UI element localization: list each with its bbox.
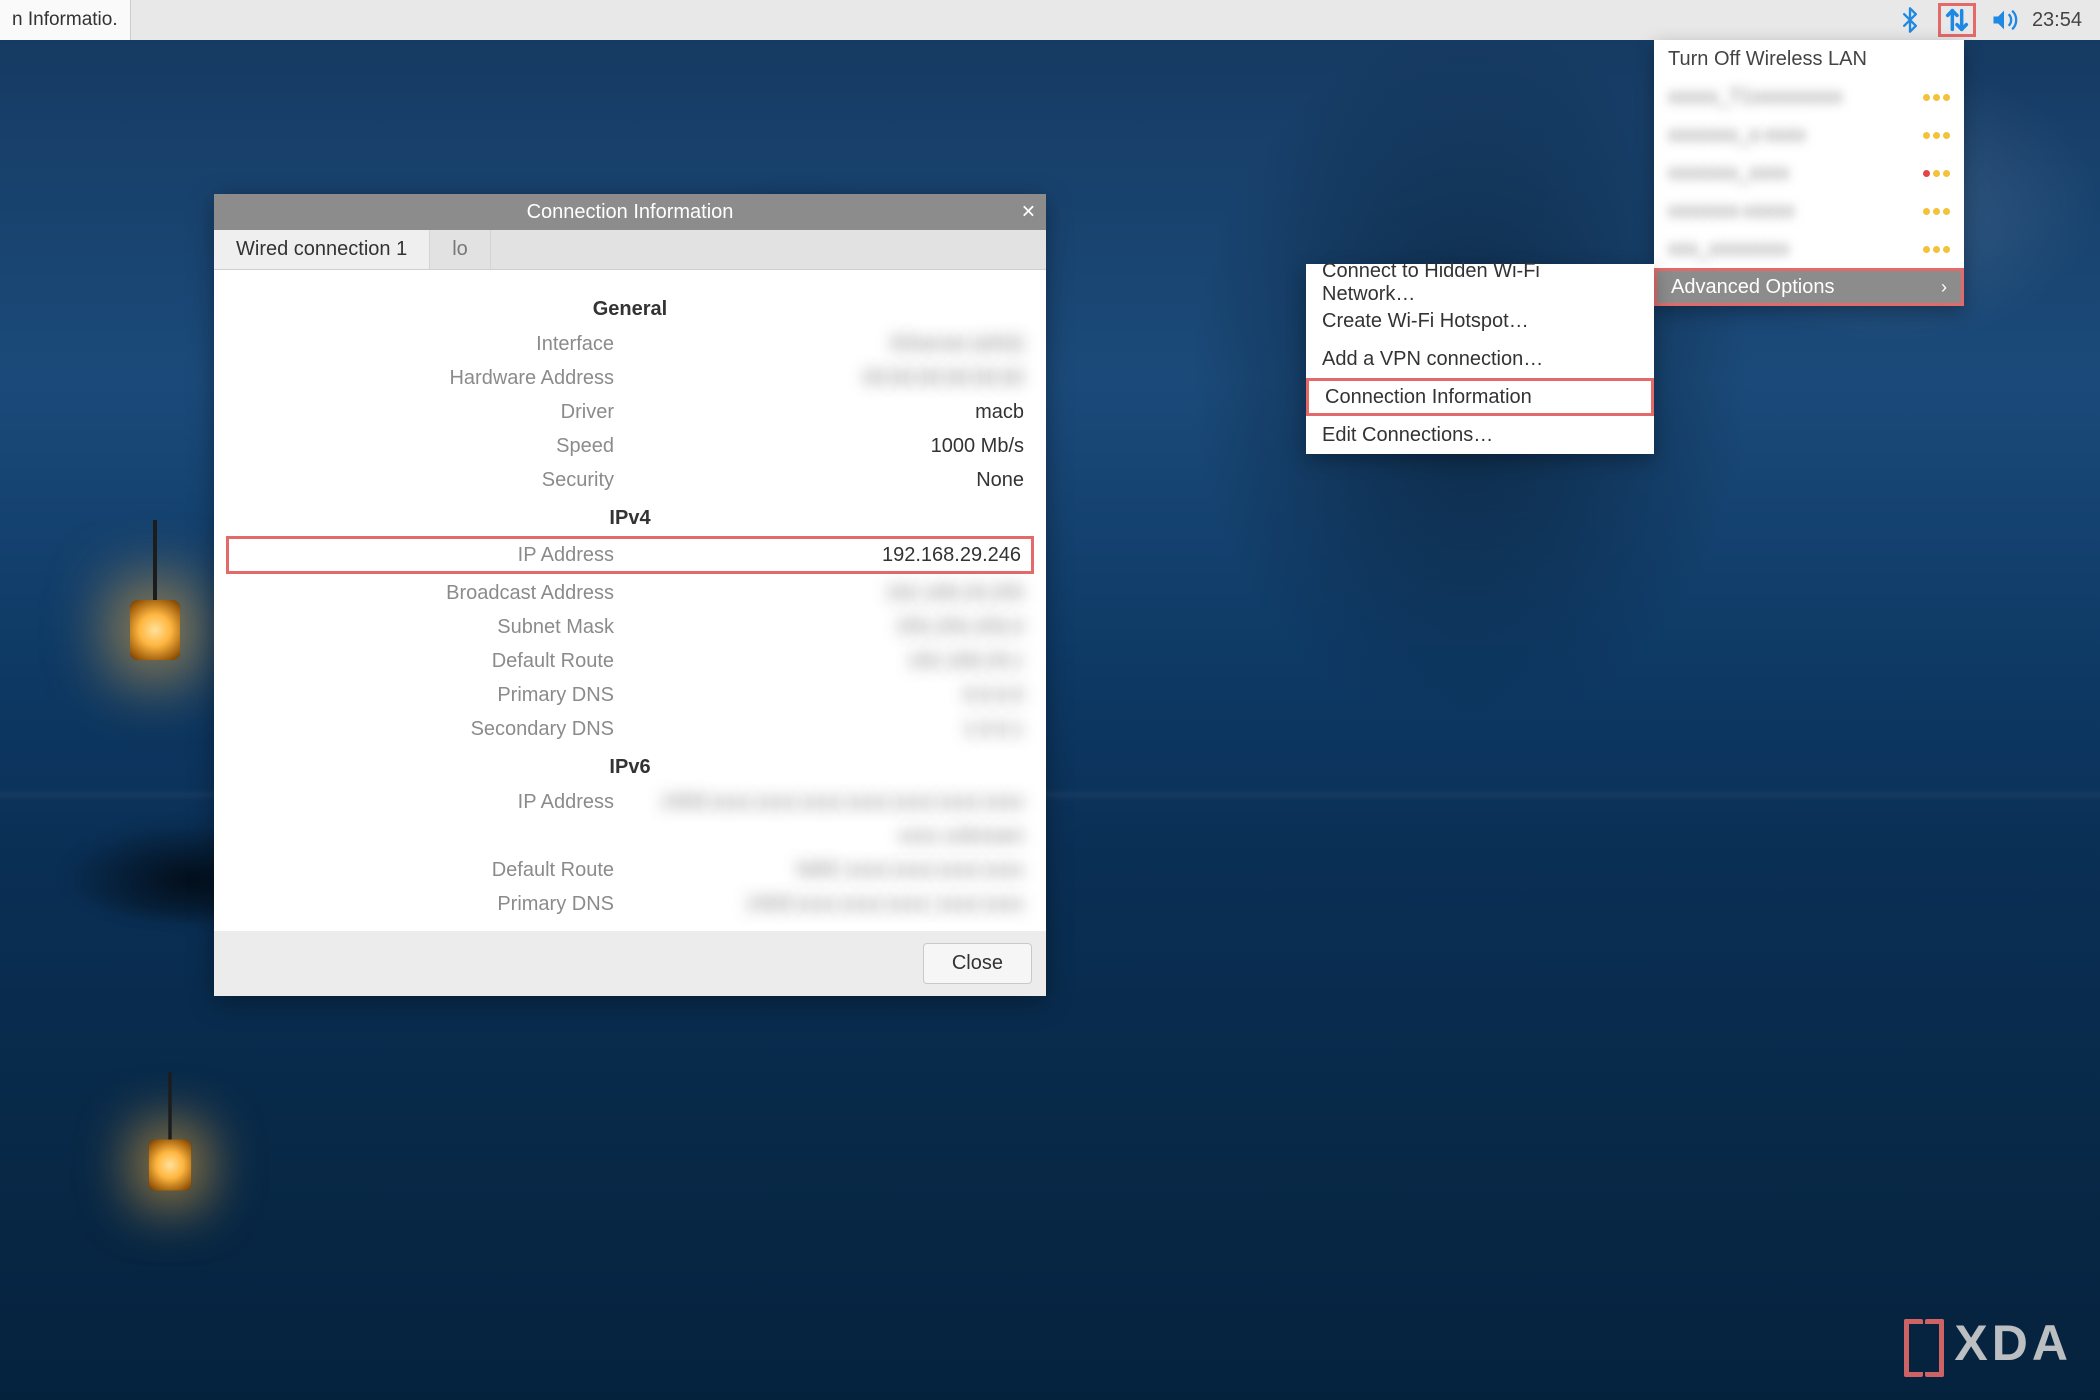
row-speed: Speed1000 Mb/s xyxy=(230,429,1030,463)
row-ipv6-ip2: xxxx unknown xyxy=(230,819,1030,853)
xda-logo-icon xyxy=(1904,1319,1944,1367)
edit-connections-item[interactable]: Edit Connections… xyxy=(1306,416,1654,454)
advanced-submenu: Connect to Hidden Wi-Fi Network… Create … xyxy=(1306,264,1654,454)
dialog-title: Connection Information xyxy=(527,201,734,224)
network-icon[interactable] xyxy=(1938,3,1976,37)
task-button[interactable]: n Informatio. xyxy=(0,0,131,40)
clock[interactable]: 23:54 xyxy=(2032,9,2082,32)
dialog-footer: Close xyxy=(214,931,1046,996)
section-ipv6-title: IPv6 xyxy=(230,756,1030,779)
close-icon[interactable]: ✕ xyxy=(1021,202,1036,223)
chevron-right-icon: › xyxy=(1941,277,1947,298)
panel-left: n Informatio. xyxy=(0,0,131,40)
create-hotspot-item[interactable]: Create Wi-Fi Hotspot… xyxy=(1306,302,1654,340)
wifi-network-item[interactable]: xxxxxxx_xxxx xyxy=(1654,154,1964,192)
close-button[interactable]: Close xyxy=(923,943,1032,984)
row-ipv4-broadcast: Broadcast Address192.168.29.255 xyxy=(230,576,1030,610)
connection-info-dialog: Connection Information ✕ Wired connectio… xyxy=(214,194,1046,996)
wifi-network-item[interactable]: xxxxxxx-xxxxx xyxy=(1654,192,1964,230)
section-ipv4-title: IPv4 xyxy=(230,507,1030,530)
wifi-network-item[interactable]: xxx_xxxxxxxx xyxy=(1654,230,1964,268)
connect-hidden-wifi-item[interactable]: Connect to Hidden Wi-Fi Network… xyxy=(1306,264,1654,302)
row-ipv4-dns1: Primary DNS0.0.0.0 xyxy=(230,678,1030,712)
dialog-body: General InterfaceEthernet (eth0) Hardwar… xyxy=(214,270,1046,931)
row-hardware-address: Hardware Address00:00:00:00:00:00 xyxy=(230,361,1030,395)
wifi-network-item[interactable]: xxxxxxx_x-xxxx xyxy=(1654,116,1964,154)
turn-off-wifi-item[interactable]: Turn Off Wireless LAN xyxy=(1654,40,1964,78)
tab-strip: Wired connection 1 lo xyxy=(214,230,1046,270)
bluetooth-icon[interactable] xyxy=(1896,6,1924,34)
watermark-text: XDA xyxy=(1954,1314,2072,1372)
network-menu: Turn Off Wireless LAN xxxxx_T1xxxxxxxxx … xyxy=(1654,40,1964,306)
row-ipv6-ip: IP Address2400:xxxx:xxxx:xxxx:xxxx:xxxx:… xyxy=(230,785,1030,819)
row-ipv6-dns: Primary DNS2400:xxxx:xxxx:xxxx::xxxx:xxx… xyxy=(230,887,1030,921)
row-ipv6-route: Default Routefe80::xxxx:xxxx:xxxx:xxxx xyxy=(230,853,1030,887)
row-driver: Drivermacb xyxy=(230,395,1030,429)
add-vpn-item[interactable]: Add a VPN connection… xyxy=(1306,340,1654,378)
top-panel: n Informatio. 23:54 xyxy=(0,0,2100,40)
dialog-titlebar[interactable]: Connection Information ✕ xyxy=(214,194,1046,230)
tab-lo[interactable]: lo xyxy=(430,230,491,269)
row-ipv4-route: Default Route192.168.29.1 xyxy=(230,644,1030,678)
connection-information-item[interactable]: Connection Information xyxy=(1306,378,1654,416)
system-tray: 23:54 xyxy=(1896,3,2100,37)
advanced-options-item[interactable]: Advanced Options › xyxy=(1654,268,1964,306)
wifi-network-item[interactable]: xxxxx_T1xxxxxxxxx xyxy=(1654,78,1964,116)
volume-icon[interactable] xyxy=(1990,6,2018,34)
section-general-title: General xyxy=(230,298,1030,321)
tab-wired-connection[interactable]: Wired connection 1 xyxy=(214,230,430,269)
watermark: XDA xyxy=(1904,1314,2072,1372)
row-interface: InterfaceEthernet (eth0) xyxy=(230,327,1030,361)
decor-lantern xyxy=(149,1140,192,1191)
row-ipv4-ip: IP Address192.168.29.246 xyxy=(226,536,1034,574)
decor-lantern xyxy=(130,600,180,660)
row-ipv4-subnet: Subnet Mask255.255.255.0 xyxy=(230,610,1030,644)
row-ipv4-dns2: Secondary DNS1.0.0.1 xyxy=(230,712,1030,746)
row-security: SecurityNone xyxy=(230,463,1030,497)
